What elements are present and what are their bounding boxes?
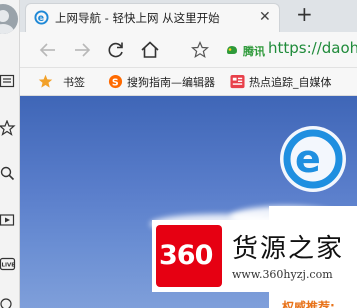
svg-text:e: e xyxy=(295,137,321,181)
navigation-toolbar: 腾讯 https://daohang. xyxy=(20,32,357,68)
bookmarks-bar: 书签 S 搜狗指南—编辑器 热点追踪_自媒体 xyxy=(20,68,357,96)
watermark-name: 货源之家 xyxy=(232,234,345,264)
back-icon[interactable] xyxy=(38,40,58,60)
search-icon[interactable] xyxy=(0,166,16,182)
bookmark-item-hotspot[interactable]: 热点追踪_自媒体 xyxy=(249,74,332,90)
bookmark-item-sogou[interactable]: 搜狗指南—编辑器 xyxy=(127,74,215,90)
favorites-icon[interactable] xyxy=(0,120,16,136)
ie-logo-icon: e xyxy=(280,126,346,192)
watermark-logo: 360 xyxy=(156,225,222,287)
address-url[interactable]: https://daohang. xyxy=(268,39,357,57)
forward-icon[interactable] xyxy=(72,40,92,60)
tab-close-icon[interactable]: ✕ xyxy=(259,9,271,25)
ie-favicon-icon: e xyxy=(34,10,49,25)
address-brand: 腾讯 xyxy=(243,45,265,58)
new-tab-icon[interactable]: + xyxy=(296,3,313,25)
avatar[interactable] xyxy=(0,4,18,34)
refresh-icon[interactable] xyxy=(106,40,126,60)
video-icon[interactable] xyxy=(0,212,16,228)
watermark-url: www.360hyzj.com xyxy=(232,268,333,281)
tab-strip: e 上网导航 - 轻快上网 从这里开始 ✕ + xyxy=(20,0,357,32)
browser-sidebar: LIVE xyxy=(0,0,20,308)
watermark-overlay: 360 货源之家 www.360hyzj.com xyxy=(152,220,357,292)
panel-heading: 权威推荐: xyxy=(282,300,335,308)
live-icon[interactable]: LIVE xyxy=(0,256,18,272)
more-icon[interactable] xyxy=(0,298,16,308)
svg-text:e: e xyxy=(38,13,44,24)
sogou-icon: S xyxy=(108,74,123,88)
favorite-star-icon[interactable] xyxy=(191,41,209,59)
svg-text:S: S xyxy=(112,77,119,88)
svg-text:LIVE: LIVE xyxy=(2,263,16,269)
reading-list-icon[interactable] xyxy=(0,73,16,89)
home-icon[interactable] xyxy=(140,40,160,60)
bookmark-star-icon[interactable] xyxy=(38,74,53,89)
tab-active[interactable]: e 上网导航 - 轻快上网 从这里开始 ✕ xyxy=(25,3,280,32)
tab-title: 上网导航 - 轻快上网 从这里开始 xyxy=(55,11,220,25)
browser-window: LIVE e 上网导航 - 轻快上网 从这里开始 ✕ + 腾讯 https://… xyxy=(0,0,357,308)
address-bar[interactable]: 腾讯 https://daohang. xyxy=(220,36,357,64)
tencent-icon xyxy=(227,46,237,54)
toutiao-icon xyxy=(230,74,245,89)
bookmark-item-bookmarks[interactable]: 书签 xyxy=(63,74,85,90)
